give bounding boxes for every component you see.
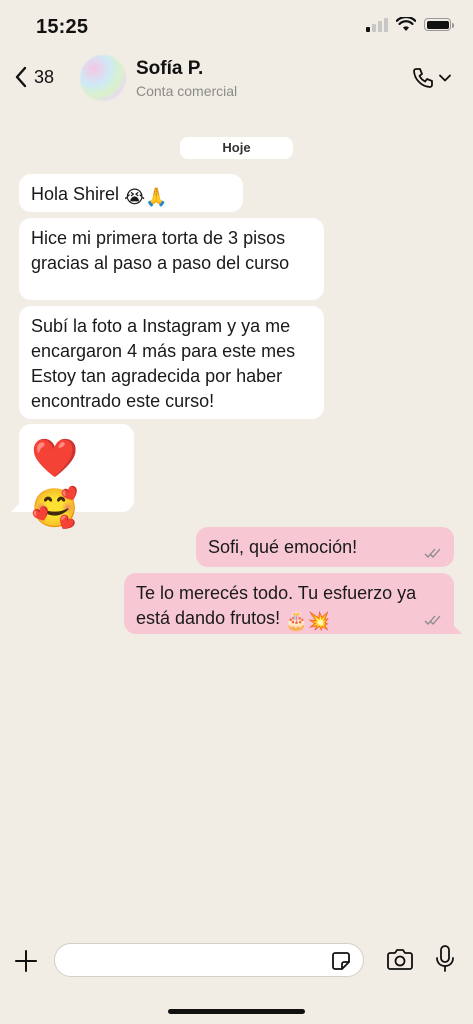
phone-icon [413,68,433,88]
status-time: 15:25 [36,16,89,38]
avatar[interactable] [80,55,126,101]
date-separator: Hoje [180,137,293,159]
message-incoming-emoji[interactable]: ❤️🥰 [19,424,134,530]
wifi-icon [396,17,416,31]
message-text: Hola Shirel [31,184,120,204]
microphone-button[interactable] [435,945,455,978]
message-text: Te lo merecés todo. Tu esfuerzo ya está … [136,583,417,628]
back-button[interactable]: 38 [14,66,54,88]
microphone-icon [436,945,454,972]
message-text: Hice mi primera torta de 3 pisos gracias… [31,228,290,273]
home-indicator[interactable] [168,1009,305,1014]
sticker-button[interactable] [331,951,351,976]
back-chevron-icon [15,66,27,88]
camera-button[interactable] [387,948,413,975]
double-check-icon [424,548,441,558]
sticker-icon [332,952,350,970]
chevron-down-icon [439,74,451,82]
message-emojis: 🎂💥 [285,611,330,631]
message-text: Subí la foto a Instagram y ya me encarga… [31,316,296,411]
status-bar: 15:25 [0,0,473,52]
attach-button[interactable] [14,949,38,978]
plus-icon [15,950,37,972]
double-check-icon [424,615,441,625]
call-button[interactable] [411,66,451,90]
message-outgoing[interactable]: Sofi, qué emoción! [196,527,454,567]
composer-bar [0,940,473,984]
status-icons [366,17,454,32]
signal-icon [366,17,388,32]
message-emojis: ❤️🥰 [31,438,79,530]
chat-header: 38 Sofía P. Conta comercial [0,52,473,110]
message-incoming[interactable]: Hola Shirel 😭🙏 [19,174,243,212]
contact-subtitle: Conta comercial [136,83,238,99]
battery-icon [424,18,454,31]
message-emojis: 😭🙏 [124,187,168,207]
message-outgoing[interactable]: Te lo merecés todo. Tu esfuerzo ya está … [124,573,454,634]
message-incoming[interactable]: Hice mi primera torta de 3 pisos gracias… [19,218,324,300]
message-text: Sofi, qué emoción! [208,537,358,557]
contact-name[interactable]: Sofía P. [136,58,203,80]
message-input[interactable] [55,944,325,976]
camera-icon [387,949,413,970]
unread-count: 38 [34,66,55,87]
message-incoming[interactable]: Subí la foto a Instagram y ya me encarga… [19,306,324,419]
message-input-container[interactable] [54,943,364,977]
